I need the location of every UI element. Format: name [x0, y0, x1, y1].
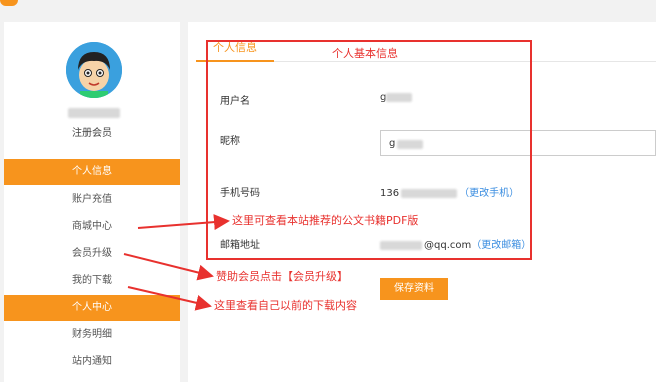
avatar-cartoon-icon [66, 42, 122, 98]
annotation-mall-note: 这里可查看本站推荐的公文书籍PDF版 [232, 214, 419, 227]
sidebar-item-profile[interactable]: 个人信息 [4, 159, 180, 185]
sidebar-item-recharge[interactable]: 账户充值 [4, 187, 180, 213]
save-profile-button[interactable]: 保存资料 [380, 278, 448, 300]
sidebar-item-downloads[interactable]: 我的下载 [4, 268, 180, 294]
sidebar-item-personal-center[interactable]: 个人中心 [4, 295, 180, 321]
sidebar-item-finance[interactable]: 财务明细 [4, 322, 180, 348]
sidebar-item-mall[interactable]: 商城中心 [4, 214, 180, 240]
sidebar-item-upgrade[interactable]: 会员升级 [4, 241, 180, 267]
username-redacted [68, 108, 120, 118]
annotation-download-note: 这里查看自己以前的下载内容 [214, 299, 357, 312]
sidebar: 注册会员 个人信息 账户充值 商城中心 会员升级 我的下载 个人中心 财务明细 … [4, 22, 180, 382]
annotation-upgrade-note: 赞助会员点击【会员升级】 [216, 270, 348, 283]
annotation-box-title: 个人基本信息 [332, 47, 398, 60]
user-role: 注册会员 [72, 128, 112, 139]
avatar[interactable] [66, 42, 122, 98]
site-logo-fragment [0, 0, 18, 6]
sidebar-item-notifications[interactable]: 站内通知 [4, 349, 180, 375]
